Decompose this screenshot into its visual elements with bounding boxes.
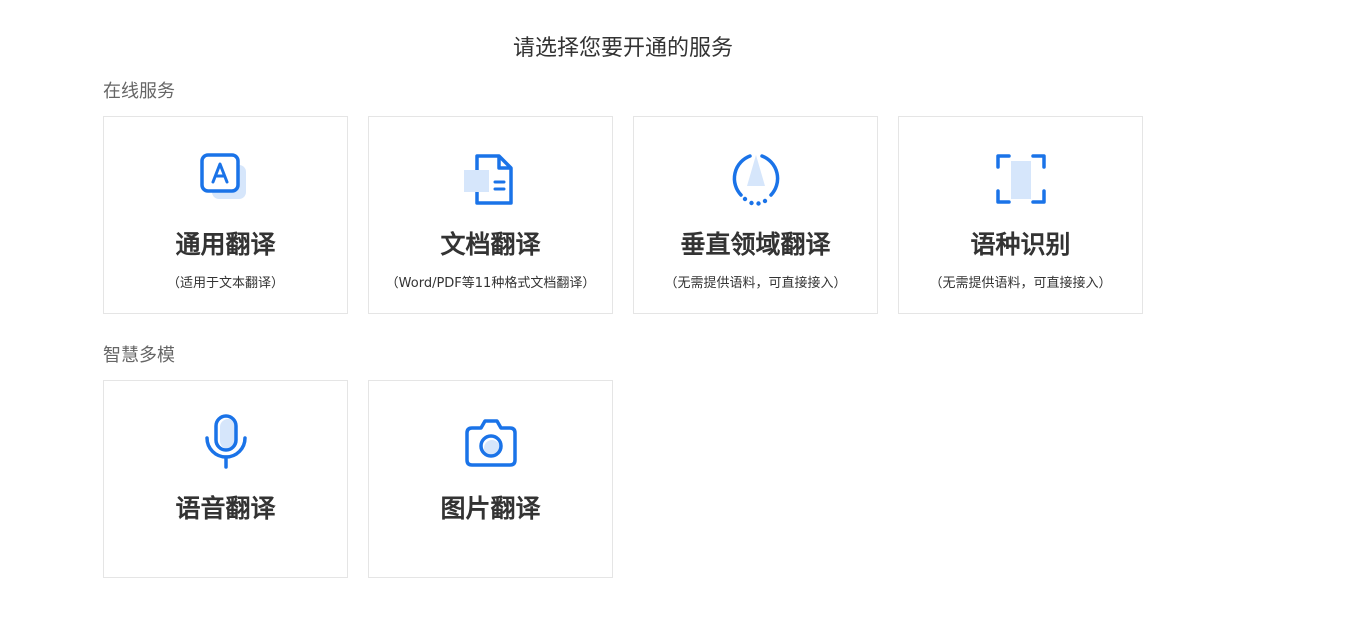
card-description: （无需提供语料，可直接接入）	[664, 276, 847, 291]
camera-icon	[459, 411, 523, 475]
service-card-speech-translation[interactable]: 语音翻译	[103, 380, 348, 578]
page-title: 请选择您要开通的服务	[512, 36, 733, 61]
service-card-image-translation[interactable]: 图片翻译	[368, 380, 613, 578]
service-selection-page: 请选择您要开通的服务 在线服务 通用翻译 （适用于文本翻译） 文档翻译 （Wor…	[0, 0, 1364, 624]
card-description: （Word/PDF等11种格式文档翻译）	[385, 276, 596, 291]
card-name: 通用翻译	[175, 230, 276, 259]
card-description: （无需提供语料，可直接接入）	[929, 276, 1112, 291]
card-name: 语音翻译	[175, 494, 276, 523]
service-card-domain-translation[interactable]: 垂直领域翻译 （无需提供语料，可直接接入）	[633, 116, 878, 314]
text-translate-icon	[194, 147, 258, 211]
service-card-language-identification[interactable]: 语种识别 （无需提供语料，可直接接入）	[898, 116, 1143, 314]
card-name: 垂直领域翻译	[680, 230, 831, 259]
card-name: 文档翻译	[440, 230, 541, 259]
domain-compass-icon	[724, 147, 788, 211]
card-name: 图片翻译	[440, 494, 541, 523]
document-icon	[459, 147, 523, 211]
service-card-document-translation[interactable]: 文档翻译 （Word/PDF等11种格式文档翻译）	[368, 116, 613, 314]
smart-multimodal-cards: 语音翻译 图片翻译	[103, 380, 613, 578]
microphone-icon	[194, 411, 258, 475]
scan-frame-icon	[989, 147, 1053, 211]
section-title-smart-multimodal: 智慧多模	[103, 345, 175, 366]
section-title-online-services: 在线服务	[103, 81, 175, 102]
card-name: 语种识别	[970, 230, 1071, 259]
service-card-general-translation[interactable]: 通用翻译 （适用于文本翻译）	[103, 116, 348, 314]
online-services-cards: 通用翻译 （适用于文本翻译） 文档翻译 （Word/PDF等11种格式文档翻译）	[103, 116, 1143, 314]
card-description: （适用于文本翻译）	[166, 276, 284, 291]
